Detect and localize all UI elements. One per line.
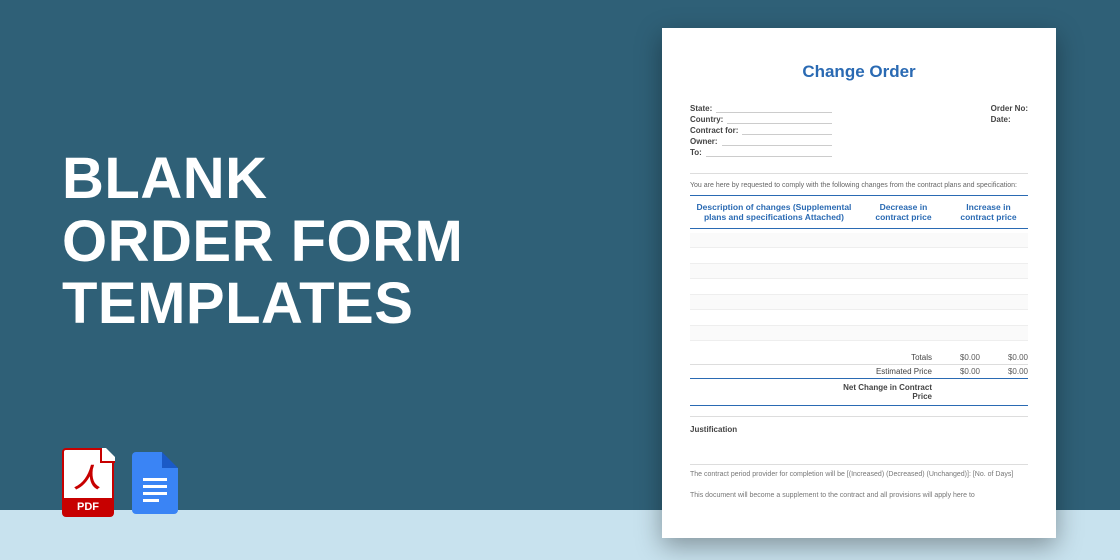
th-description: Description of changes (Supplemental pla… — [690, 202, 858, 222]
meta-to-label: To: — [690, 148, 702, 157]
table-header: Description of changes (Supplemental pla… — [690, 195, 1028, 229]
hero-headline: BLANK ORDER FORM TEMPLATES — [62, 148, 463, 336]
table-row — [690, 233, 1028, 248]
adobe-swoosh-icon: 人 — [74, 458, 100, 495]
estimated-decrease-value: $0.00 — [942, 367, 980, 376]
totals-increase-value: $0.00 — [990, 353, 1028, 362]
pdf-fold-corner — [100, 448, 115, 463]
meta-blank — [722, 137, 833, 146]
meta-blank — [742, 126, 832, 135]
meta-country-label: Country: — [690, 115, 723, 124]
table-row — [690, 326, 1028, 341]
justification-label: Justification — [690, 416, 1028, 434]
headline-line-2: ORDER FORM — [62, 211, 463, 274]
docs-fold-corner — [162, 452, 178, 468]
meta-blank — [727, 115, 832, 124]
meta-owner-label: Owner: — [690, 137, 718, 146]
totals-row: Totals $0.00 $0.00 — [690, 351, 1028, 364]
meta-blank — [706, 148, 833, 157]
net-change-label: Net Change in Contract Price — [832, 383, 932, 401]
th-decrease: Decrease in contract price — [864, 202, 943, 222]
th-increase: Increase in contract price — [949, 202, 1028, 222]
pdf-label: PDF — [62, 500, 114, 517]
pdf-icon: 人 PDF — [62, 448, 114, 514]
footnote-supplement: This document will become a supplement t… — [690, 490, 1028, 503]
format-icons: 人 PDF — [62, 448, 178, 514]
meta-state-label: State: — [690, 104, 712, 113]
headline-line-3: TEMPLATES — [62, 273, 463, 336]
meta-left-column: State: Country: Contract for: Owner: To: — [690, 104, 832, 157]
google-docs-icon — [132, 452, 178, 514]
docs-lines-icon — [143, 478, 167, 502]
net-change-row: Net Change in Contract Price — [690, 378, 1028, 406]
estimated-label: Estimated Price — [832, 367, 932, 376]
doc-intro: You are here by requested to comply with… — [690, 173, 1028, 189]
meta-blank — [716, 104, 832, 113]
pdf-page-shape: 人 — [62, 448, 114, 500]
meta-right-column: Order No: Date: — [991, 104, 1028, 157]
totals-section: Totals $0.00 $0.00 Estimated Price $0.00… — [690, 351, 1028, 406]
totals-label: Totals — [832, 353, 932, 362]
meta-orderno-label: Order No: — [991, 104, 1028, 113]
meta-date-label: Date: — [991, 115, 1011, 124]
justification-blank — [690, 434, 1028, 456]
net-decrease-value — [942, 383, 980, 401]
table-row — [690, 279, 1028, 294]
table-row — [690, 264, 1028, 279]
estimated-row: Estimated Price $0.00 $0.00 — [690, 364, 1028, 378]
estimated-increase-value: $0.00 — [990, 367, 1028, 376]
table-row — [690, 295, 1028, 310]
totals-decrease-value: $0.00 — [942, 353, 980, 362]
table-row — [690, 248, 1028, 263]
doc-title: Change Order — [690, 62, 1028, 82]
net-increase-value — [990, 383, 1028, 401]
table-row — [690, 310, 1028, 325]
table-body — [690, 229, 1028, 341]
document-preview: Change Order State: Country: Contract fo… — [662, 28, 1056, 538]
meta-contract-label: Contract for: — [690, 126, 738, 135]
headline-line-1: BLANK — [62, 148, 463, 211]
footnote-period: The contract period provider for complet… — [690, 464, 1028, 482]
doc-meta: State: Country: Contract for: Owner: To:… — [690, 104, 1028, 157]
